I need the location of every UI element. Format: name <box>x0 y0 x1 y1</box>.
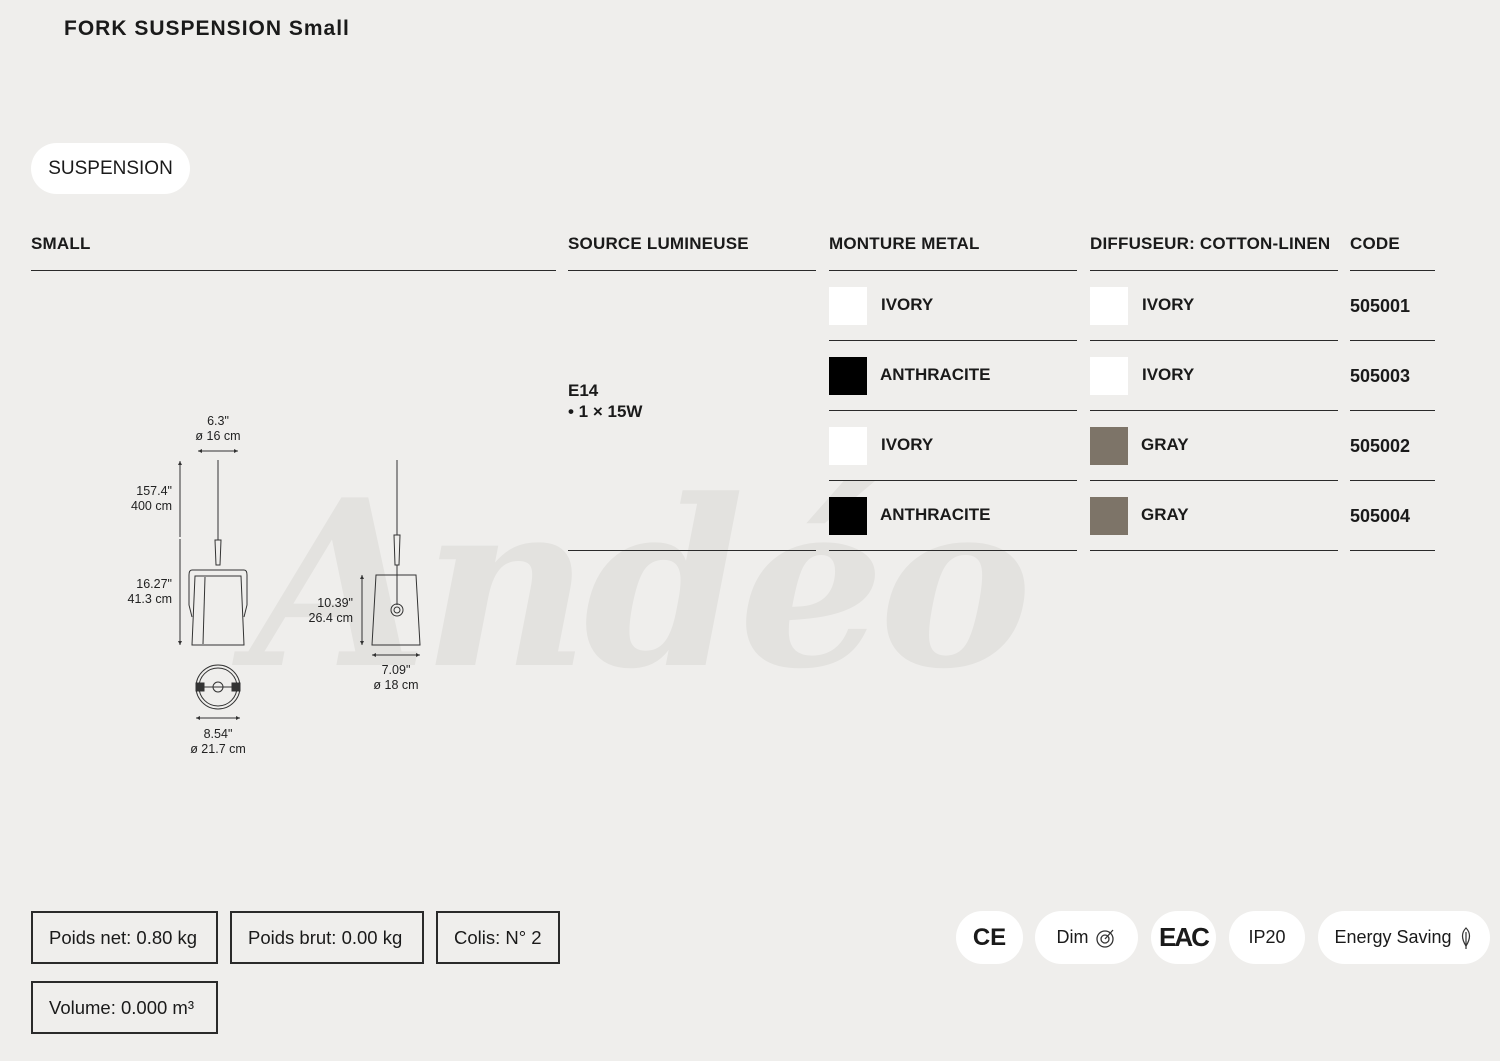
row-divider <box>1090 480 1338 481</box>
badge-energy-label: Energy Saving <box>1334 927 1452 947</box>
diffuser-label: GRAY <box>1141 505 1189 524</box>
row-divider <box>829 480 1077 481</box>
lamp-shade-front <box>191 575 245 646</box>
dim-body-h-cm: 41.3 cm <box>128 592 172 606</box>
metal-label: IVORY <box>881 295 934 314</box>
dim-shade-h-in: 10.39" <box>317 596 353 610</box>
metal-swatch <box>829 427 867 465</box>
header-divider <box>31 270 556 271</box>
row-divider <box>1350 480 1435 481</box>
diffuser-swatch <box>1090 287 1128 325</box>
row-divider <box>1090 550 1338 551</box>
source-divider <box>568 550 816 551</box>
badge-energy-saving: Energy Saving <box>1318 911 1490 964</box>
spec-poids-brut: Poids brut: 0.00 kg <box>230 911 424 964</box>
product-code: 505003 <box>1350 366 1411 386</box>
header-code: CODE <box>1350 234 1400 253</box>
badge-ce: CE <box>956 911 1023 964</box>
header-divider <box>1350 270 1435 271</box>
spec-volume: Volume: 0.000 m³ <box>31 981 218 1034</box>
header-source: SOURCE LUMINEUSE <box>568 234 749 253</box>
leaf-icon <box>1461 926 1470 949</box>
badge-dim-label: Dim <box>1056 927 1089 947</box>
metal-swatch <box>829 357 867 395</box>
dimmer-icon <box>1095 929 1114 948</box>
row-divider <box>1090 410 1338 411</box>
technical-drawing: 6.3" ø 16 cm 157.4" 400 cm 16.27" 41.3 c… <box>128 414 421 756</box>
badge-ip-label: IP20 <box>1248 927 1286 947</box>
diffuser-label: GRAY <box>1141 435 1189 454</box>
dim-top-width-in: 6.3" <box>207 414 229 428</box>
diffuser-label: IVORY <box>1142 365 1195 384</box>
dim-shade-w-in: 7.09" <box>382 663 411 677</box>
lamp-fork-frame <box>192 569 248 618</box>
dim-shade-w-cm: ø 18 cm <box>373 678 418 692</box>
dim-shade-h-cm: 26.4 cm <box>309 611 353 625</box>
row-divider <box>1090 340 1338 341</box>
spec-poids-net: Poids net: 0.80 kg <box>31 911 218 964</box>
header-divider <box>568 270 816 271</box>
light-source: E14 • 1 × 15W <box>568 380 642 422</box>
row-divider <box>829 340 1077 341</box>
header-diffuser: DIFFUSEUR: COTTON-LINEN <box>1090 234 1331 253</box>
metal-swatch <box>829 287 867 325</box>
badge-dim: Dim <box>1035 911 1138 964</box>
row-divider <box>1350 340 1435 341</box>
lamp-stem <box>214 539 222 566</box>
ce-mark-icon: CE <box>972 923 1007 951</box>
header-metal: MONTURE METAL <box>829 234 980 253</box>
dim-body-h-in: 16.27" <box>136 577 172 591</box>
diffuser-label: IVORY <box>1142 295 1195 314</box>
diffuser-swatch <box>1090 357 1128 395</box>
dim-cable-in: 157.4" <box>136 484 172 498</box>
product-code: 505004 <box>1350 506 1411 526</box>
product-code: 505002 <box>1350 436 1411 456</box>
eac-mark-icon: EAC <box>1159 922 1210 952</box>
row-divider <box>829 410 1077 411</box>
product-code: 505001 <box>1350 296 1411 316</box>
dim-base-w-in: 8.54" <box>204 727 233 741</box>
badge-ip20: IP20 <box>1229 911 1305 964</box>
header-divider <box>829 270 1077 271</box>
lamp-shade-side <box>371 574 421 646</box>
source-socket: E14 <box>568 381 599 400</box>
page-title: FORK SUSPENSION Small <box>64 17 350 40</box>
badge-eac: EAC <box>1151 911 1216 964</box>
spec-colis: Colis: N° 2 <box>436 911 560 964</box>
row-divider <box>1350 550 1435 551</box>
metal-label: ANTHRACITE <box>880 505 991 524</box>
row-divider <box>829 550 1077 551</box>
dim-top-width-cm: ø 16 cm <box>195 429 240 443</box>
diffuser-swatch <box>1090 427 1128 465</box>
metal-swatch <box>829 497 867 535</box>
metal-label: IVORY <box>881 435 934 454</box>
dim-base-w-cm: ø 21.7 cm <box>190 742 246 756</box>
header-model: SMALL <box>31 234 91 253</box>
header-divider <box>1090 270 1338 271</box>
dim-cable-cm: 400 cm <box>131 499 172 513</box>
source-power: • 1 × 15W <box>568 402 643 421</box>
category-tab-suspension[interactable]: SUSPENSION <box>31 143 190 194</box>
diffuser-swatch <box>1090 497 1128 535</box>
metal-label: ANTHRACITE <box>880 365 991 384</box>
row-divider <box>1350 410 1435 411</box>
